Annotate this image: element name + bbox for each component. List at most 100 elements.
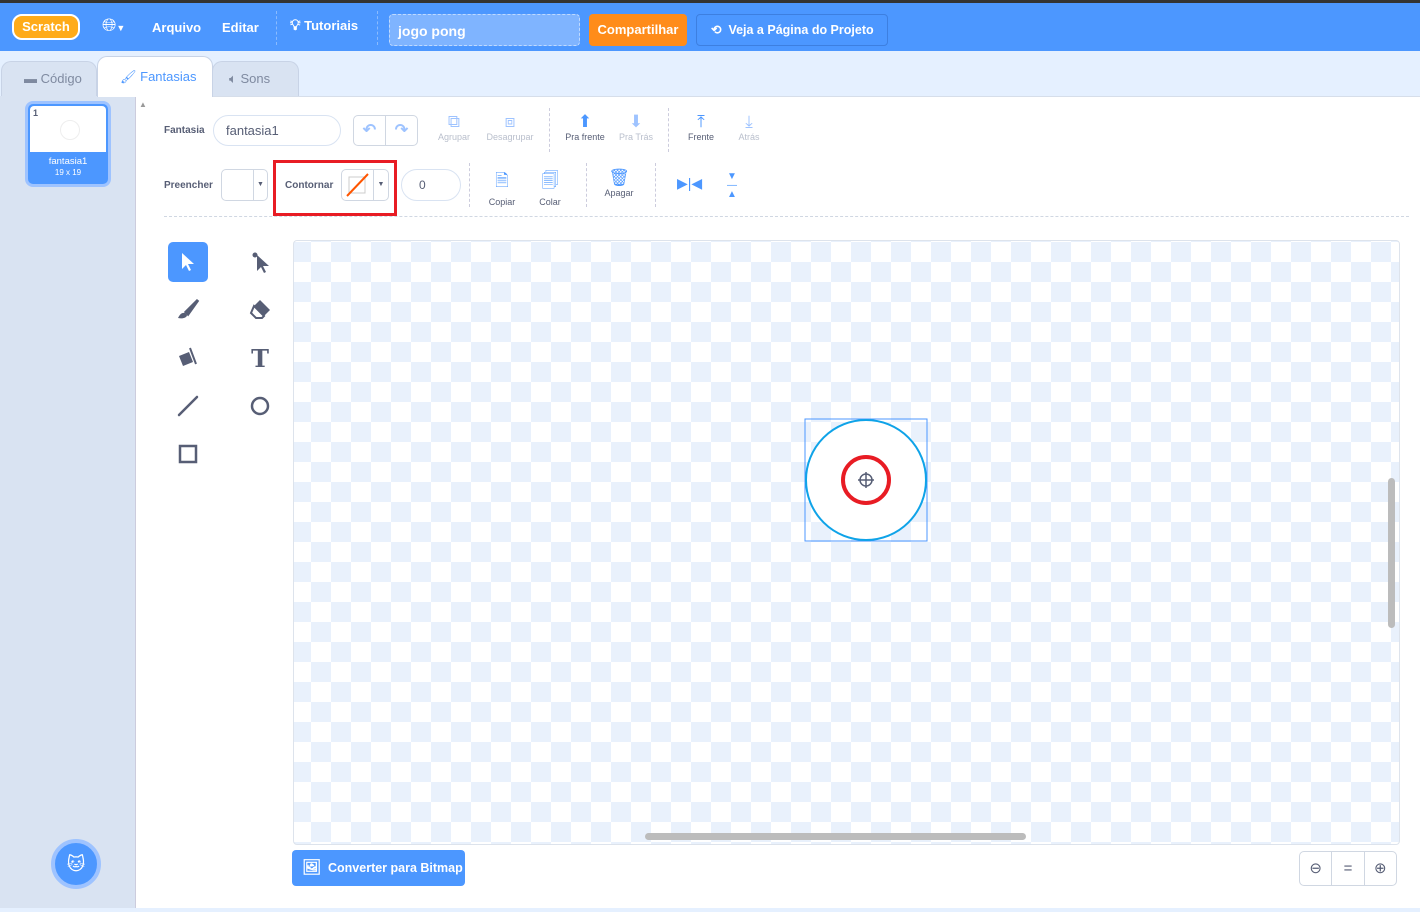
back-label: Atrás: [738, 132, 760, 142]
costume-thumbnail: 1: [30, 106, 106, 152]
zoom-controls: ⊖ = ⊕: [1299, 851, 1397, 886]
project-title-input[interactable]: jogo pong: [389, 14, 580, 46]
circle-tool[interactable]: [240, 386, 280, 426]
trash-icon: 🗑︎: [608, 168, 630, 187]
costume-name-input[interactable]: fantasia1: [213, 115, 341, 146]
menu-bar: Scratch 🌐︎▼ Arquivo Editar 💡︎ Tutoriais …: [0, 0, 1420, 51]
menu-file[interactable]: Arquivo: [152, 20, 201, 35]
costume-index: 1: [33, 108, 39, 118]
paste-button[interactable]: 🗐︎ Colar: [534, 168, 566, 207]
cat-icon: 🐱︎: [66, 854, 86, 874]
convert-to-bitmap-button[interactable]: 🖼︎ Converter para Bitmap: [292, 850, 465, 886]
ungroup-label: Desagrupar: [486, 132, 534, 142]
reshape-tool[interactable]: [240, 242, 280, 282]
front-button[interactable]: ⤒ Frente: [684, 112, 718, 142]
ungroup-button[interactable]: ⧈ Desagrupar: [483, 112, 537, 142]
fill-swatch: [222, 170, 254, 200]
tab-code[interactable]: ▬ Código: [1, 61, 97, 97]
line-icon: [177, 395, 199, 417]
rectangle-tool[interactable]: [168, 434, 208, 474]
menu-edit[interactable]: Editar: [222, 20, 259, 35]
group-icon: ⧉: [447, 112, 461, 131]
front-label: Frente: [687, 132, 714, 142]
redo-button[interactable]: ↷: [386, 116, 417, 145]
no-color-swatch-icon: [342, 170, 374, 200]
backward-label: Pra Trás: [618, 132, 653, 142]
brush-tool[interactable]: [168, 290, 208, 330]
convert-label: Converter para Bitmap: [328, 861, 463, 875]
eraser-tool[interactable]: [240, 290, 280, 330]
back-button[interactable]: ⤓ Atrás: [734, 112, 764, 142]
share-button[interactable]: Compartilhar: [589, 14, 687, 46]
forward-label: Pra frente: [565, 132, 605, 142]
zoom-in-icon: ⊕: [1374, 860, 1387, 877]
tab-costumes[interactable]: 🖌︎ Fantasias: [97, 56, 213, 97]
brush-icon: 🖌︎: [120, 69, 137, 84]
view-page-label: Veja a Página do Projeto: [728, 23, 874, 37]
paste-icon: 🗐︎: [541, 171, 559, 190]
brush-icon: [178, 298, 200, 319]
fill-color-picker[interactable]: ▼: [221, 169, 268, 201]
select-tool[interactable]: [168, 242, 208, 282]
choose-costume-button[interactable]: 🐱︎: [51, 839, 101, 889]
lightbulb-icon: 💡︎: [290, 17, 301, 34]
divider: [668, 108, 669, 152]
scrollbar[interactable]: ▲: [135, 96, 151, 908]
line-tool[interactable]: [168, 386, 208, 426]
costume-name-label: Fantasia: [164, 125, 205, 136]
equals-icon: =: [1343, 860, 1353, 877]
tutorials-button[interactable]: 💡︎ Tutoriais: [290, 17, 358, 34]
speaker-icon: 🔈︎: [229, 71, 237, 86]
vertical-scrollbar[interactable]: [1388, 478, 1395, 628]
ungroup-icon: ⧈: [504, 112, 516, 131]
remix-icon: ⟲: [711, 23, 722, 37]
copy-label: Copiar: [488, 197, 516, 207]
zoom-out-button[interactable]: ⊖: [1300, 852, 1333, 885]
group-button[interactable]: ⧉ Agrupar: [436, 112, 472, 142]
text-tool[interactable]: T: [240, 338, 280, 378]
tab-sounds[interactable]: 🔈︎ Sons: [212, 61, 299, 97]
scroll-up-arrow[interactable]: ▲: [139, 100, 151, 109]
copy-icon: 🗎︎: [495, 171, 509, 190]
forward-button[interactable]: ⬆ Pra frente: [562, 112, 608, 142]
dropdown-arrow-icon: ▼: [257, 181, 264, 188]
tab-label: Código: [40, 71, 82, 86]
tab-label: Fantasias: [140, 69, 197, 84]
flip-vertical-button[interactable]: ▼ — ▲: [727, 171, 737, 200]
delete-label: Apagar: [604, 188, 634, 198]
scratch-logo[interactable]: Scratch: [12, 14, 80, 40]
undo-button[interactable]: ↶: [354, 116, 386, 145]
costume-item[interactable]: 1 fantasia1 19 x 19: [25, 101, 111, 187]
globe-icon[interactable]: 🌐︎▼: [102, 15, 125, 36]
fill-tool[interactable]: [168, 338, 208, 378]
selected-circle-shape[interactable]: [800, 414, 934, 548]
circle-icon: [250, 396, 270, 416]
reshape-icon: [252, 252, 269, 273]
costume-name: fantasia1: [48, 156, 88, 167]
zoom-reset-button[interactable]: =: [1332, 852, 1365, 885]
fill-label: Preencher: [164, 180, 213, 191]
divider: [586, 163, 587, 207]
undo-redo-group: ↶ ↷: [353, 115, 418, 146]
flip-vertical-icon: ▼ — ▲: [727, 171, 737, 200]
zoom-in-button[interactable]: ⊕: [1365, 852, 1396, 885]
backward-button[interactable]: ⬇ Pra Trás: [615, 112, 657, 142]
flip-horizontal-button[interactable]: ▶|◀: [677, 175, 702, 192]
outline-color-picker[interactable]: ▼: [341, 169, 389, 201]
view-project-page-button[interactable]: ⟲ Veja a Página do Projeto: [696, 14, 888, 46]
dropdown-arrow-icon: ▼: [377, 181, 385, 188]
arrow-down-icon: ⬇: [628, 112, 644, 131]
horizontal-scrollbar[interactable]: [645, 833, 1026, 840]
zoom-out-icon: ⊖: [1309, 860, 1322, 877]
copy-button[interactable]: 🗎︎ Copiar: [484, 168, 520, 207]
text-icon: T: [251, 343, 269, 373]
delete-button[interactable]: 🗑︎ Apagar: [600, 168, 638, 198]
outline-label: Contornar: [285, 180, 334, 191]
costume-list: [0, 96, 135, 908]
code-icon: ▬: [24, 71, 37, 86]
divider: [276, 11, 277, 45]
tutorials-label: Tutoriais: [304, 18, 359, 33]
group-label: Agrupar: [437, 132, 471, 142]
tab-label: Sons: [240, 71, 271, 86]
outline-width-input[interactable]: 0: [401, 169, 461, 201]
